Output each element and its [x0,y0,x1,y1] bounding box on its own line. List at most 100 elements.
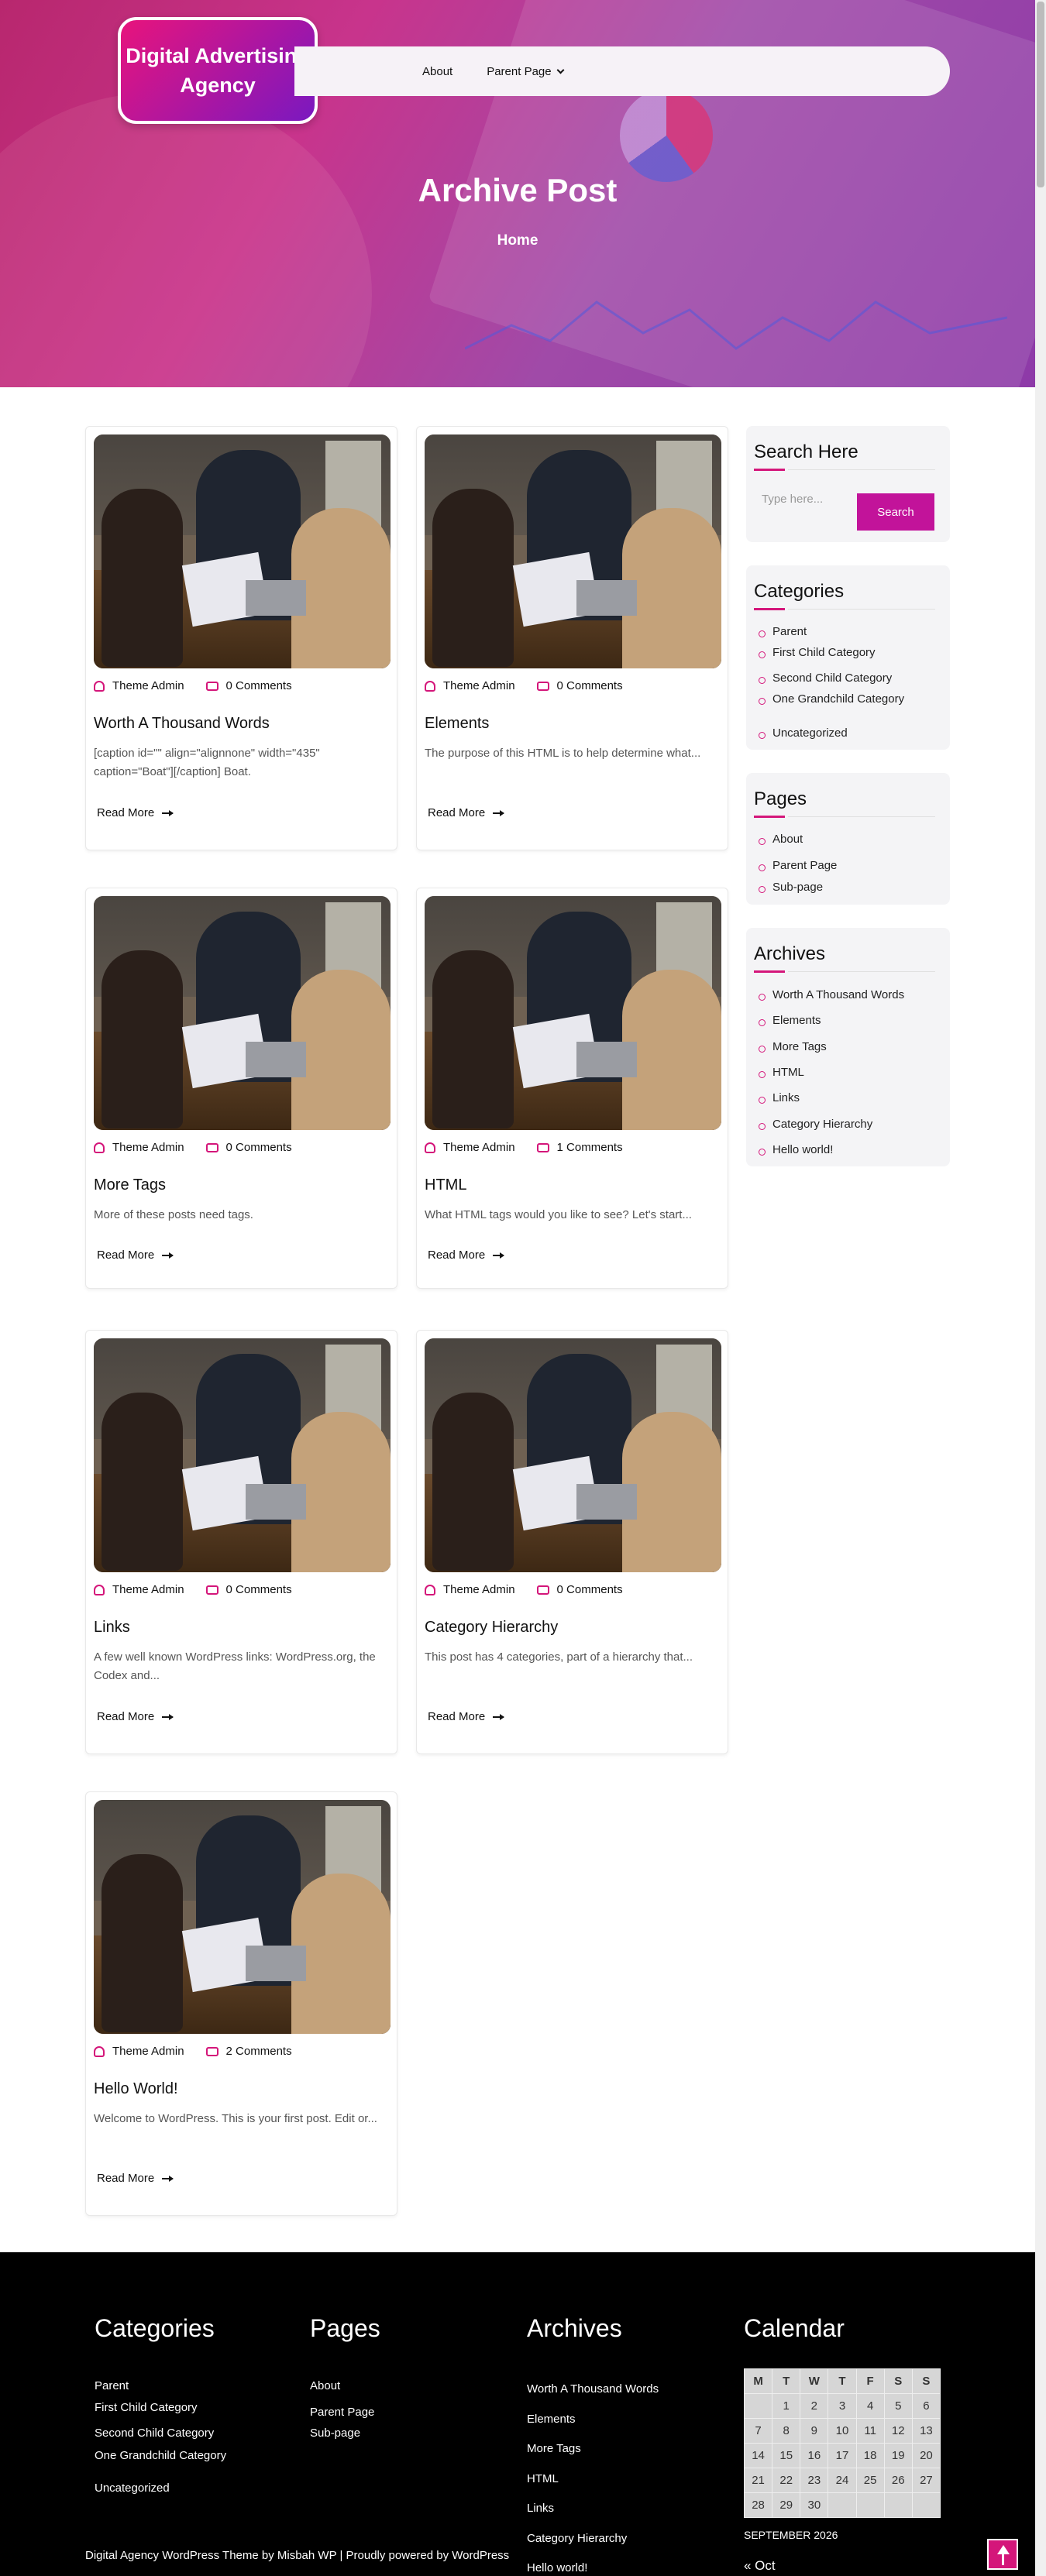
breadcrumb-home[interactable]: Home [0,232,1035,249]
sidebar-pages-widget: Pages About Parent Page Sub-page [746,773,950,905]
calendar-prev-link[interactable]: « Oct [744,2558,776,2574]
calendar-day: 2 [800,2393,829,2419]
footer-page-link[interactable]: Parent Page [310,2406,465,2419]
post-comments[interactable]: 1 Comments [557,1141,623,1154]
footer-title: Pages [310,2314,380,2342]
post-thumbnail[interactable] [94,1338,391,1572]
read-more-link[interactable]: Read More [97,1249,174,1262]
footer-category-link[interactable]: One Grandchild Category [95,2449,296,2462]
post-title[interactable]: Elements [425,715,489,733]
nav-item-about[interactable]: About [422,65,452,78]
calendar-day: 20 [911,2443,941,2468]
footer-archive-link[interactable]: Hello world! [527,2561,728,2574]
chevron-down-icon [556,66,565,74]
archive-link[interactable]: Elements [754,1014,821,1027]
archive-link[interactable]: More Tags [754,1040,827,1053]
archive-link[interactable]: Category Hierarchy [754,1118,872,1131]
read-more-link[interactable]: Read More [97,806,174,819]
page-title: Archive Post [418,172,618,208]
footer-archive-link[interactable]: HTML [527,2472,728,2485]
scrollbar-thumb[interactable] [1037,2,1044,187]
category-link[interactable]: Parent [754,625,807,638]
post-title[interactable]: Links [94,1619,130,1637]
footer-category-link[interactable]: Second Child Category [95,2427,296,2440]
search-input[interactable]: Type here... [754,480,853,517]
post-comments[interactable]: 0 Comments [226,1583,292,1596]
sidebar-search-widget: Search Here Type here... Search [746,426,950,542]
calendar-day: 30 [800,2492,829,2518]
footer-category-link[interactable]: First Child Category [95,2401,296,2414]
post-comments[interactable]: 0 Comments [557,679,623,692]
archive-link[interactable]: Worth A Thousand Words [754,988,904,1001]
read-more-label: Read More [97,2172,155,2185]
post-author[interactable]: Theme Admin [443,1141,515,1154]
read-more-link[interactable]: Read More [428,1710,505,1723]
archive-link[interactable]: HTML [754,1066,804,1079]
calendar-day-header: F [855,2368,885,2394]
user-icon [425,1584,435,1595]
footer-archive-link[interactable]: More Tags [527,2442,728,2455]
post-comments[interactable]: 2 Comments [226,2045,292,2058]
post-title[interactable]: HTML [425,1176,466,1194]
post-excerpt: This post has 4 categories, part of a hi… [425,1650,693,1664]
footer-archive-link[interactable]: Links [527,2502,728,2515]
scroll-to-top-button[interactable] [987,2539,1018,2570]
post-title[interactable]: Worth A Thousand Words [94,715,270,733]
post-comments[interactable]: 0 Comments [557,1583,623,1596]
hero-line-graphic [465,301,1007,350]
post-meta: Theme Admin 0 Comments [425,1583,623,1596]
post-comments[interactable]: 0 Comments [226,679,292,692]
post-thumbnail[interactable] [425,434,721,668]
post-meta: Theme Admin 0 Comments [425,679,623,692]
footer-archive-link[interactable]: Worth A Thousand Words [527,2382,728,2396]
post-meta: Theme Admin 1 Comments [425,1141,623,1154]
post-title[interactable]: Category Hierarchy [425,1619,558,1637]
post-thumbnail[interactable] [94,434,391,668]
read-more-link[interactable]: Read More [97,2172,174,2185]
archive-link[interactable]: Links [754,1091,800,1104]
post-card: Theme Admin 0 Comments Category Hierarchy T… [416,1330,728,1754]
post-thumbnail[interactable] [94,1800,391,2034]
scrollbar[interactable] [1035,0,1046,2576]
category-link[interactable]: One Grandchild Category [754,692,904,706]
search-button[interactable]: Search [857,493,934,531]
comments-icon [205,2046,218,2056]
post-title[interactable]: Hello World! [94,2080,178,2098]
user-icon [94,1142,105,1153]
category-link[interactable]: Uncategorized [754,726,848,740]
post-author[interactable]: Theme Admin [443,1583,515,1596]
post-author[interactable]: Theme Admin [443,679,515,692]
site-logo[interactable]: Digital Advertising Agency [118,17,318,124]
page-link[interactable]: Parent Page [754,859,837,872]
footer-page-link[interactable]: Sub-page [310,2427,465,2440]
post-title[interactable]: More Tags [94,1176,166,1194]
post-thumbnail[interactable] [425,896,721,1130]
nav-item-parent-page[interactable]: Parent Page [487,65,565,78]
post-author[interactable]: Theme Admin [112,1583,184,1596]
post-comments[interactable]: 0 Comments [226,1141,292,1154]
read-more-label: Read More [97,1249,155,1262]
post-thumbnail[interactable] [94,896,391,1130]
read-more-link[interactable]: Read More [97,1710,174,1723]
post-card: Theme Admin 1 Comments HTML What HTML tags … [416,888,728,1289]
post-author[interactable]: Theme Admin [112,679,184,692]
category-link[interactable]: Second Child Category [754,671,892,685]
post-author[interactable]: Theme Admin [112,1141,184,1154]
post-excerpt: The purpose of this HTML is to help dete… [425,747,701,760]
category-link[interactable]: First Child Category [754,646,876,659]
hero-banner: Digital Advertising Agency About Parent … [0,0,1035,387]
archive-link[interactable]: Hello world! [754,1143,833,1156]
page-link[interactable]: Sub-page [754,881,823,894]
footer-archive-link[interactable]: Category Hierarchy [527,2532,728,2545]
read-more-link[interactable]: Read More [428,1249,505,1262]
post-author[interactable]: Theme Admin [112,2045,184,2058]
calendar-day: 8 [772,2418,801,2444]
footer-category-link[interactable]: Parent [95,2379,129,2392]
read-more-link[interactable]: Read More [428,806,505,819]
read-more-label: Read More [97,1710,155,1723]
page-link[interactable]: About [754,833,803,846]
post-thumbnail[interactable] [425,1338,721,1572]
footer-archive-link[interactable]: Elements [527,2413,728,2426]
footer-page-link[interactable]: About [310,2379,465,2392]
footer-category-link[interactable]: Uncategorized [95,2482,296,2495]
